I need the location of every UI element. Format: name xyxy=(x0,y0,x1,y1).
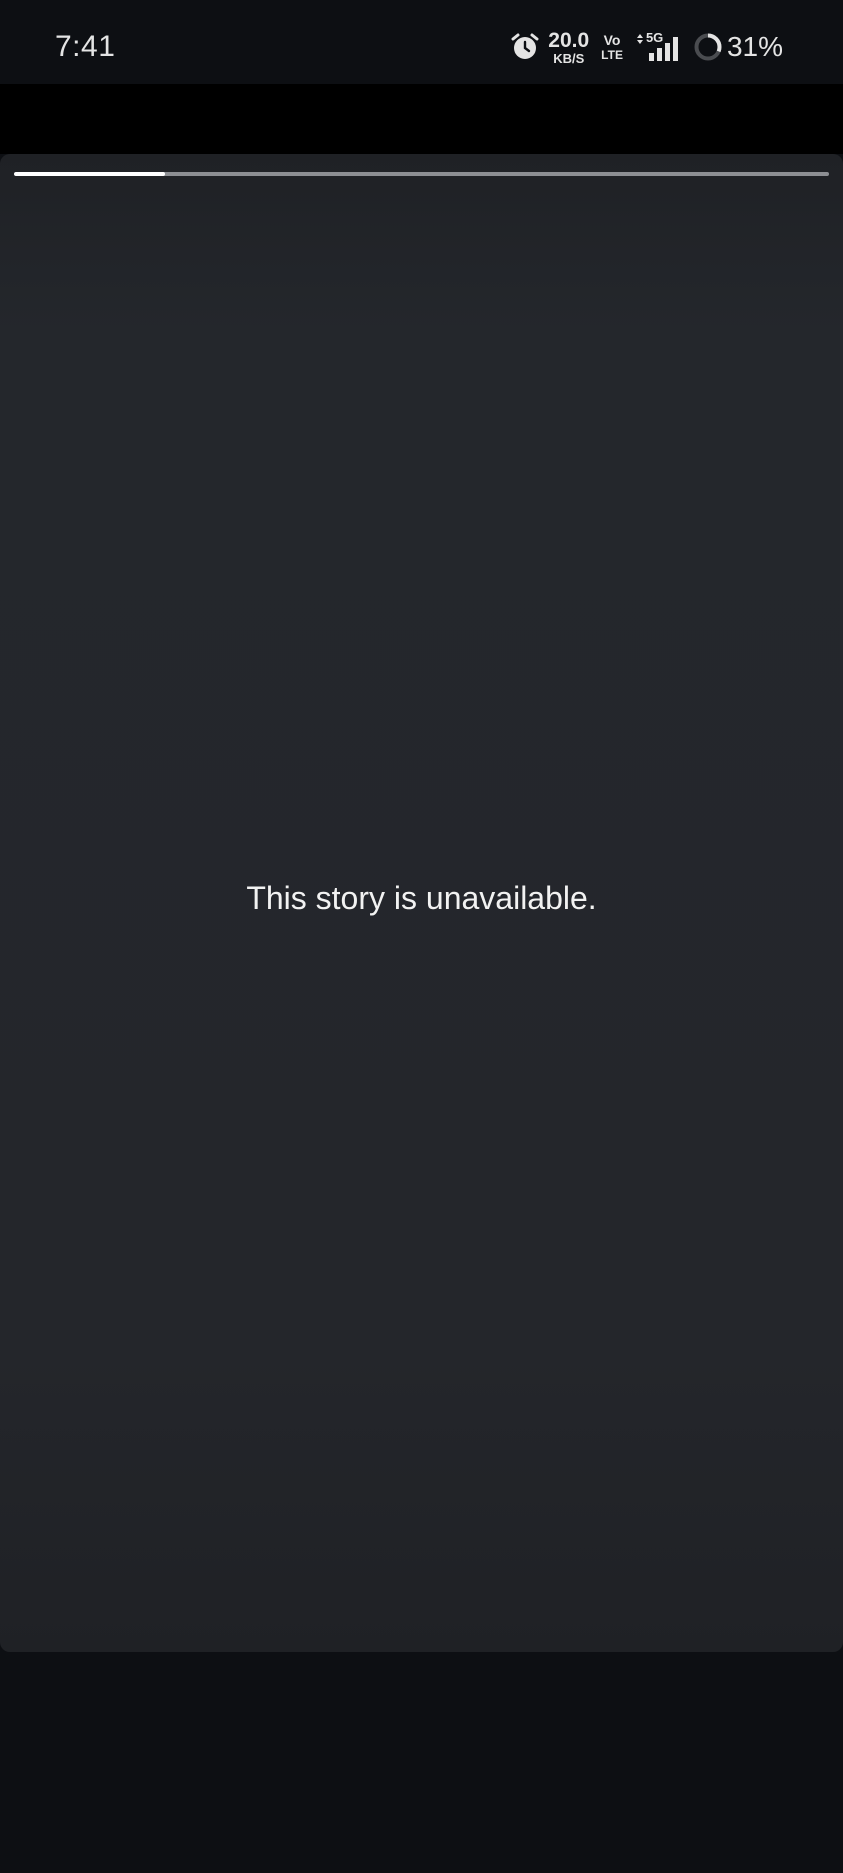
top-spacer xyxy=(0,84,843,154)
battery-ring-icon xyxy=(694,33,722,61)
cell-signal-icon: 5G xyxy=(635,30,685,63)
status-time: 7:41 xyxy=(55,30,116,63)
network-type: 5G xyxy=(645,30,664,45)
volte-top: Vo xyxy=(603,32,621,48)
volte-indicator: Vo LTE xyxy=(601,33,623,61)
story-viewer[interactable]: This story is unavailable. xyxy=(0,154,843,1652)
network-speed-value: 20.0 xyxy=(548,28,590,52)
alarm-clock-icon xyxy=(511,33,539,59)
status-icons: 20.0 KB/S Vo LTE 5G 31% xyxy=(510,28,783,66)
bottom-area xyxy=(0,1652,843,1873)
network-speed: 20.0 KB/S xyxy=(548,30,589,65)
story-progress-bar xyxy=(14,172,829,176)
network-speed-unit: KB/S xyxy=(553,50,585,66)
story-progress-fill xyxy=(14,172,165,176)
status-bar: 7:41 20.0 KB/S Vo LTE 5G 31% xyxy=(0,0,843,84)
battery-percent: 31% xyxy=(726,31,783,62)
volte-bottom: LTE xyxy=(601,48,623,62)
story-unavailable-message: This story is unavailable. xyxy=(246,880,597,916)
